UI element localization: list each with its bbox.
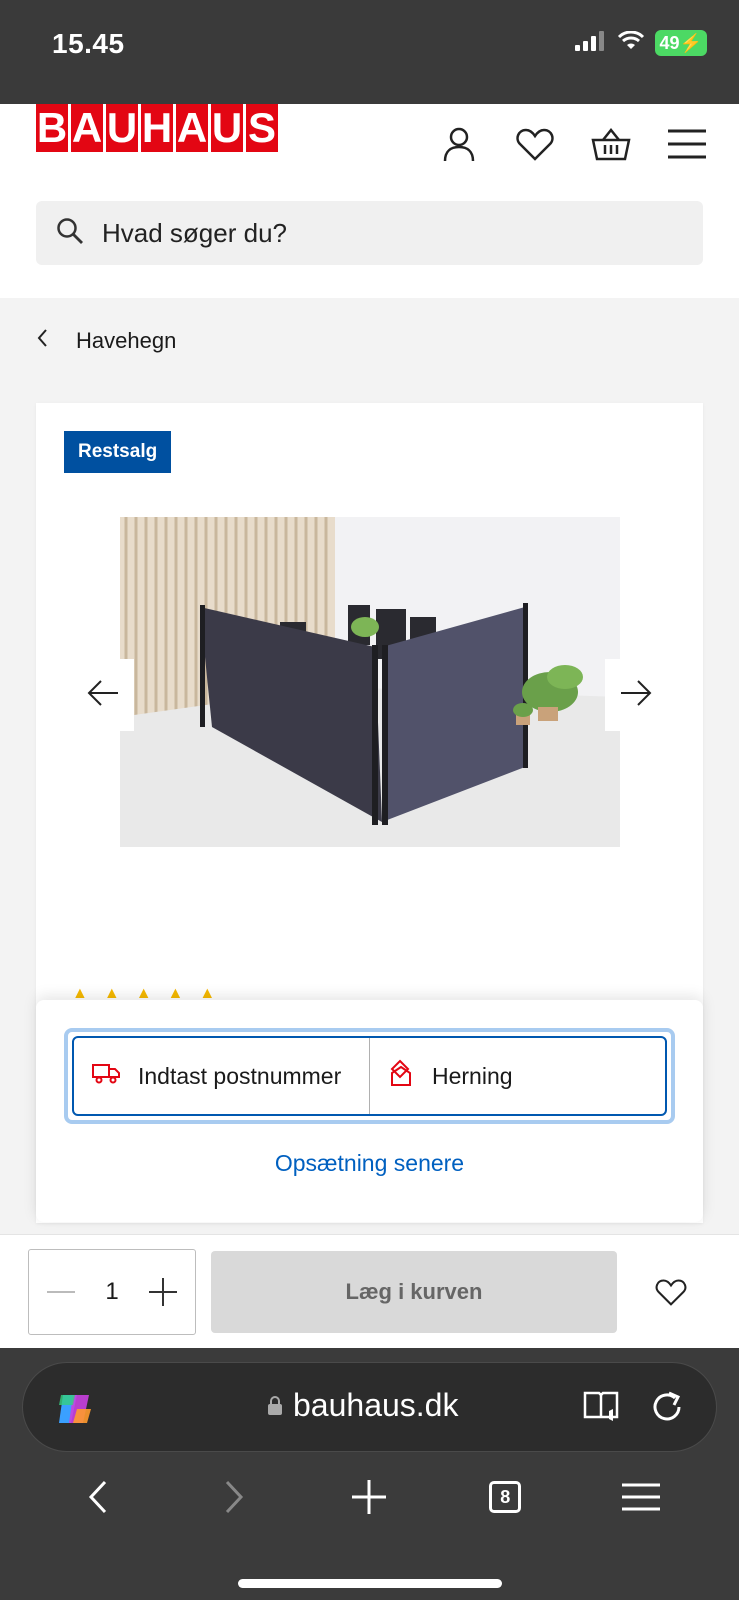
store-icon: [388, 1059, 414, 1093]
logo-letter: A: [71, 104, 103, 152]
delivery-options: Indtast postnummer Herning: [64, 1028, 675, 1124]
breadcrumb-label: Havehegn: [76, 328, 177, 353]
quantity-value[interactable]: 1: [105, 1278, 118, 1306]
url-text: bauhaus.dk: [293, 1387, 459, 1423]
store-label: Herning: [432, 1062, 513, 1089]
account-icon[interactable]: [439, 124, 479, 164]
battery-indicator: 49 ⚡: [654, 30, 707, 56]
increase-quantity-button[interactable]: [147, 1276, 179, 1308]
home-indicator: [238, 1579, 502, 1588]
site-header: B A U H A U S Hvad søger du?: [0, 104, 739, 298]
reader-mode-icon[interactable]: [583, 1389, 623, 1430]
basket-icon[interactable]: [591, 124, 631, 164]
chevron-left-icon: [36, 328, 48, 354]
browser-chrome: bauhaus.dk 8: [0, 1348, 739, 1600]
forward-button[interactable]: [204, 1472, 264, 1522]
search-placeholder: Hvad søger du?: [102, 217, 287, 248]
lock-icon: [267, 1387, 283, 1424]
truck-icon: [92, 1062, 120, 1090]
address-bar[interactable]: bauhaus.dk: [22, 1362, 717, 1452]
search-input[interactable]: Hvad søger du?: [36, 201, 703, 265]
tabs-button[interactable]: 8: [475, 1472, 535, 1522]
search-icon: [56, 217, 84, 250]
copilot-icon[interactable]: [55, 1389, 95, 1429]
browser-menu-button[interactable]: [611, 1472, 671, 1522]
tabs-count: 8: [489, 1481, 522, 1513]
arrow-left-icon: [87, 679, 119, 712]
status-time: 15.45: [52, 28, 125, 59]
reload-icon[interactable]: [649, 1389, 685, 1430]
wishlist-button[interactable]: [650, 1271, 692, 1313]
heart-icon[interactable]: [515, 124, 555, 164]
store-option[interactable]: Herning: [369, 1038, 665, 1114]
sale-badge: Restsalg: [64, 431, 172, 473]
url-display[interactable]: bauhaus.dk: [267, 1387, 458, 1424]
postcode-option[interactable]: Indtast postnummer: [74, 1038, 369, 1114]
logo-letter: U: [211, 104, 243, 152]
arrow-right-icon: [620, 679, 652, 712]
menu-icon[interactable]: [667, 124, 707, 164]
heart-icon: [655, 1279, 687, 1306]
battery-level: 49: [659, 33, 680, 53]
status-bar: 15.45 49 ⚡: [0, 0, 739, 104]
setup-later-link[interactable]: Opsætning senere: [36, 1150, 703, 1177]
logo-letter: A: [176, 104, 208, 152]
logo-letter: B: [36, 104, 68, 152]
new-tab-button[interactable]: [339, 1472, 399, 1522]
logo-letter: H: [141, 104, 173, 152]
charging-icon: ⚡: [679, 33, 702, 53]
product-image[interactable]: [120, 517, 620, 847]
carousel-next-button[interactable]: [605, 659, 667, 731]
bauhaus-logo[interactable]: B A U H A U S: [36, 104, 278, 152]
quantity-stepper: 1: [28, 1249, 196, 1335]
logo-letter: U: [106, 104, 138, 152]
add-to-cart-button[interactable]: Læg i kurven: [211, 1251, 617, 1333]
browser-nav: 8: [0, 1462, 739, 1532]
header-icons: [439, 124, 707, 164]
delivery-options-inner: Indtast postnummer Herning: [72, 1036, 667, 1116]
back-button[interactable]: [68, 1472, 128, 1522]
action-bar: 1 Læg i kurven: [0, 1234, 739, 1348]
delivery-panel: Indtast postnummer Herning Opsætning sen…: [36, 1000, 703, 1222]
signal-icon: [574, 30, 607, 56]
postcode-label: Indtast postnummer: [138, 1062, 342, 1089]
decrease-quantity-button[interactable]: [45, 1276, 77, 1308]
wifi-icon: [617, 30, 645, 56]
carousel-prev-button[interactable]: [72, 659, 134, 731]
status-indicators: 49 ⚡: [574, 30, 707, 56]
logo-letter: S: [246, 104, 278, 152]
breadcrumb[interactable]: Havehegn: [36, 328, 176, 354]
